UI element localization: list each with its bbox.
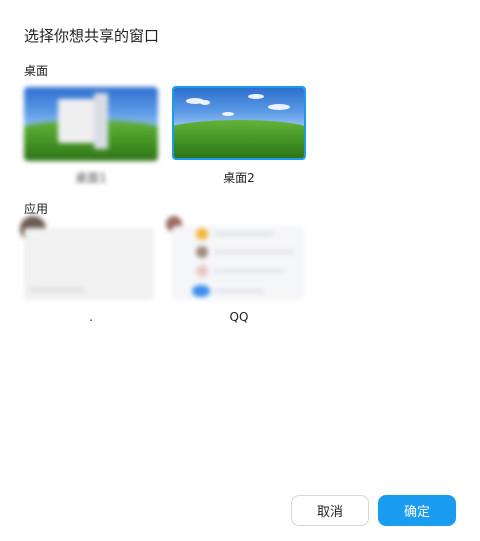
cloud xyxy=(268,104,290,110)
desktop-wallpaper-hill xyxy=(174,119,304,158)
desktop-section-label: 桌面 xyxy=(24,64,49,78)
desktop-2-thumbnail[interactable] xyxy=(172,86,306,160)
qq-app-thumbnail[interactable] xyxy=(166,216,304,300)
qq-list-line xyxy=(214,232,274,236)
desktop-2-label: 桌面2 xyxy=(223,171,255,185)
qq-list-line xyxy=(214,289,264,293)
window-preview-side xyxy=(94,93,108,149)
cloud xyxy=(222,112,234,116)
app-1-label: . xyxy=(89,310,93,324)
qq-contact-avatar xyxy=(192,285,210,297)
qq-list-line xyxy=(214,250,294,254)
confirm-button[interactable]: 确定 xyxy=(378,495,456,526)
app-1-thumbnail[interactable] xyxy=(18,214,154,300)
desktop-1-thumbnail[interactable] xyxy=(24,87,158,161)
cancel-button[interactable]: 取消 xyxy=(291,495,369,526)
app-window-line xyxy=(30,288,84,292)
qq-contact-avatar xyxy=(196,265,208,277)
desktop-1-label: 桌面1 xyxy=(75,171,107,185)
dialog-title: 选择你想共享的窗口 xyxy=(24,27,160,45)
cloud xyxy=(200,100,210,105)
qq-app-label: QQ xyxy=(229,310,249,324)
dialog-buttons: 取消 确定 xyxy=(291,495,456,526)
qq-list-line xyxy=(214,269,284,273)
qq-contact-avatar xyxy=(196,228,208,240)
qq-contact-avatar xyxy=(196,246,208,258)
cloud xyxy=(248,94,264,99)
